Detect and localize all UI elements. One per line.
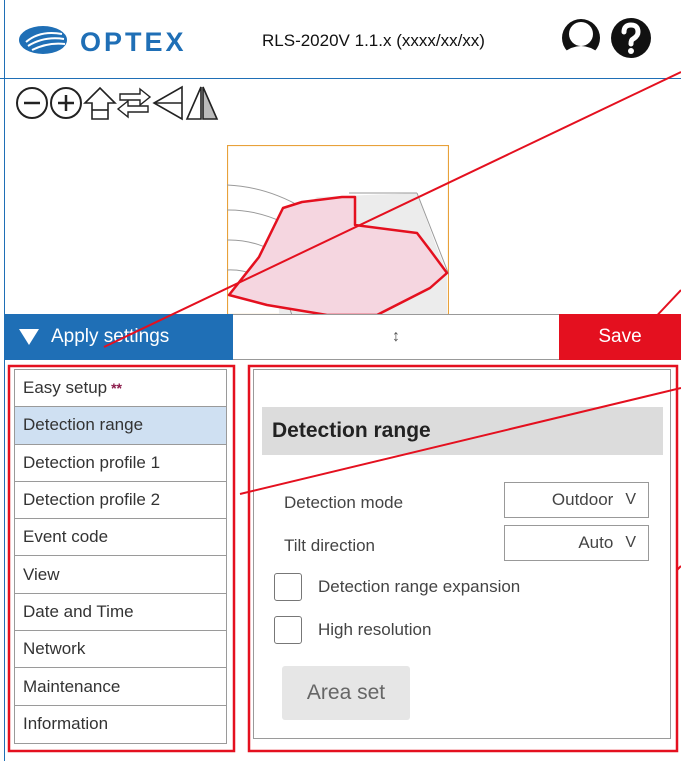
detection-mode-value: Outdoor	[551, 490, 614, 509]
rotate-icon[interactable]	[150, 83, 186, 123]
menu-item-label: Network	[23, 639, 86, 659]
swap-arrows-icon[interactable]	[116, 83, 152, 123]
zoom-in-icon[interactable]	[48, 83, 84, 123]
user-icon[interactable]	[560, 17, 602, 59]
menu-item-marker: **	[111, 380, 123, 397]
high-resolution-checkbox[interactable]	[274, 616, 302, 644]
panel-resize-handle[interactable]: ↕	[233, 314, 559, 360]
apply-settings-button[interactable]: Apply settings	[5, 314, 233, 360]
menu-item-label: Event code	[23, 527, 109, 547]
tilt-direction-value: Auto	[578, 533, 614, 552]
menu-item-label: Detection range	[23, 415, 144, 435]
detection-mode-label: Detection mode	[284, 493, 404, 512]
detection-area-map[interactable]	[227, 145, 449, 315]
section-title: Detection range	[262, 407, 663, 455]
optex-logo[interactable]: OPTEX	[18, 20, 238, 60]
range-expansion-label: Detection range expansion	[318, 577, 521, 596]
settings-panel: Detection range Detection mode Outdoor V…	[253, 369, 671, 739]
menu-item-detection-profile-2[interactable]: Detection profile 2	[15, 482, 226, 520]
save-button[interactable]: Save	[559, 314, 681, 360]
detection-mode-select[interactable]: Outdoor V	[504, 482, 649, 518]
map-toolbar	[14, 83, 314, 127]
tilt-direction-label: Tilt direction	[284, 536, 376, 555]
menu-item-label: Easy setup	[23, 378, 108, 398]
menu-item-label: View	[23, 564, 60, 584]
firmware-version: RLS-2020V 1.1.x (xxxx/xx/xx)	[262, 31, 485, 50]
menu-item-information[interactable]: Information	[15, 706, 226, 743]
chevron-down-icon: V	[625, 534, 636, 551]
menu-item-view[interactable]: View	[15, 556, 226, 594]
brand-name: OPTEX	[80, 27, 187, 57]
triangle-down-icon	[19, 329, 39, 345]
zoom-out-icon[interactable]	[14, 83, 50, 123]
settings-menu: Easy setup ** Detection range Detection …	[14, 369, 227, 744]
apply-settings-label: Apply settings	[51, 326, 170, 347]
menu-item-label: Detection profile 2	[23, 490, 161, 510]
menu-item-label: Date and Time	[23, 601, 134, 621]
home-icon[interactable]	[82, 83, 118, 123]
chevron-down-icon: V	[625, 491, 636, 508]
resize-arrow-icon: ↕	[392, 328, 400, 345]
menu-item-detection-range[interactable]: Detection range	[15, 407, 226, 445]
menu-item-easy-setup[interactable]: Easy setup **	[15, 370, 226, 408]
area-set-label: Area set	[306, 681, 386, 704]
menu-item-detection-profile-1[interactable]: Detection profile 1	[15, 445, 226, 482]
menu-item-event-code[interactable]: Event code	[15, 519, 226, 557]
area-set-button[interactable]: Area set	[282, 666, 410, 720]
menu-item-label: Information	[23, 714, 109, 734]
high-resolution-label: High resolution	[318, 620, 432, 639]
flip-icon[interactable]	[184, 83, 220, 123]
menu-item-maintenance[interactable]: Maintenance	[15, 668, 226, 706]
tilt-direction-select[interactable]: Auto V	[504, 525, 649, 561]
menu-item-label: Detection profile 1	[23, 452, 161, 472]
save-label: Save	[598, 326, 642, 347]
help-icon[interactable]	[610, 17, 652, 59]
range-expansion-checkbox[interactable]	[274, 573, 302, 601]
menu-item-date-and-time[interactable]: Date and Time	[15, 594, 226, 632]
menu-item-network[interactable]: Network	[15, 631, 226, 669]
menu-item-label: Maintenance	[23, 676, 121, 696]
app-header: OPTEX RLS-2020V 1.1.x (xxxx/xx/xx)	[0, 0, 681, 79]
